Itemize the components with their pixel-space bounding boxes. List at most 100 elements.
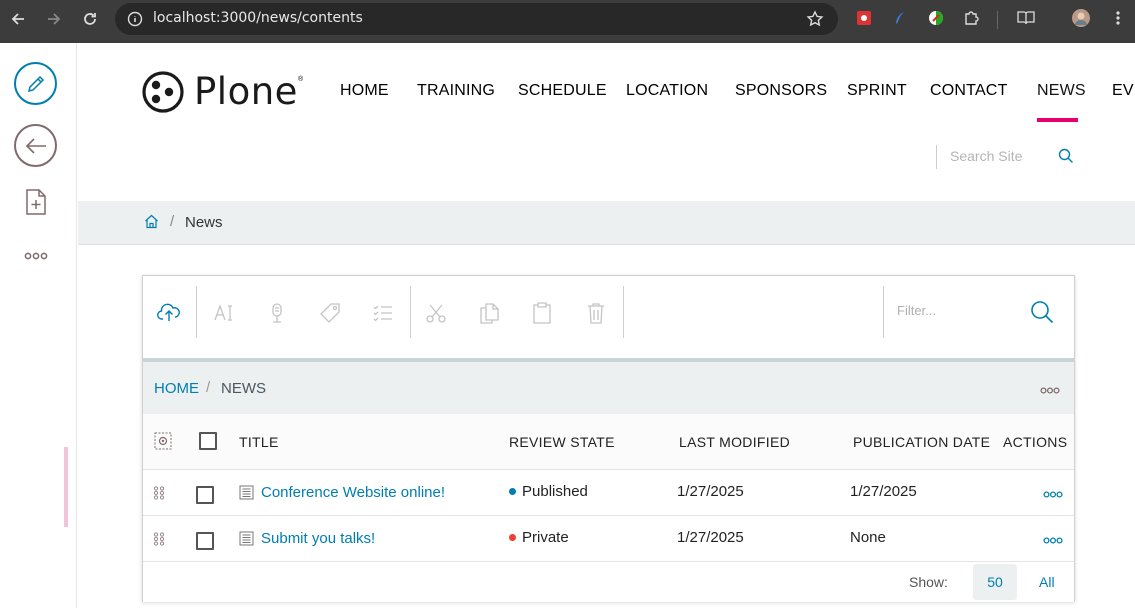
- row-title-link[interactable]: Conference Website online!: [261, 484, 445, 501]
- address-bar[interactable]: localhost:3000/news/contents: [115, 3, 838, 35]
- add-document-icon[interactable]: [25, 189, 47, 220]
- logo-registered-mark: ®: [297, 76, 304, 83]
- nav-events[interactable]: EVE: [1112, 82, 1135, 100]
- nav-home[interactable]: HOME: [340, 82, 389, 100]
- tags-icon[interactable]: [318, 301, 342, 325]
- drag-handle-icon[interactable]: [153, 532, 165, 551]
- extension-color-icon[interactable]: [927, 9, 945, 27]
- logo-text: Plone: [194, 70, 298, 113]
- filter-input[interactable]: Filter...: [897, 303, 936, 318]
- column-review-state[interactable]: REVIEW STATE: [509, 434, 615, 450]
- delete-icon[interactable]: [584, 301, 608, 325]
- page-size-all-button[interactable]: All: [1039, 574, 1055, 590]
- plone-toolbar: [0, 43, 77, 608]
- contents-breadcrumb-current: NEWS: [221, 380, 266, 397]
- document-icon: [239, 531, 254, 551]
- row-last-modified: 1/27/2025: [677, 529, 744, 546]
- table-row[interactable]: Conference Website online! Published 1/2…: [143, 470, 1074, 516]
- row-publication-date: 1/27/2025: [850, 483, 917, 500]
- row-review-state: Published: [509, 483, 588, 500]
- filter-box[interactable]: Filter...: [883, 286, 1074, 338]
- site-info-icon[interactable]: [127, 11, 143, 32]
- browser-menu-icon[interactable]: [1109, 9, 1127, 27]
- toolbar-divider: [997, 11, 998, 29]
- folder-contents-panel: Filter... HOME / NEWS TITLE REVIEW STATE…: [142, 275, 1075, 602]
- nav-sponsors[interactable]: SPONSORS: [735, 82, 827, 100]
- search-icon[interactable]: [1030, 300, 1054, 329]
- extensions-puzzle-icon[interactable]: [963, 9, 981, 27]
- edit-button[interactable]: [14, 62, 57, 105]
- forward-icon[interactable]: [43, 8, 65, 30]
- back-button[interactable]: [14, 124, 57, 167]
- table-header: TITLE REVIEW STATE LAST MODIFIED PUBLICA…: [143, 414, 1074, 470]
- site-search[interactable]: Search Site: [936, 145, 1076, 169]
- column-title[interactable]: TITLE: [239, 434, 279, 450]
- more-menu-icon[interactable]: [24, 247, 48, 265]
- toolbar-resize-handle[interactable]: [64, 447, 68, 527]
- breadcrumb: / News: [78, 201, 1135, 245]
- search-icon[interactable]: [1058, 148, 1074, 169]
- browser-toolbar: localhost:3000/news/contents: [0, 0, 1135, 43]
- row-state-label: Published: [522, 483, 588, 500]
- contents-breadcrumb-separator: /: [206, 379, 211, 396]
- table-row[interactable]: Submit you talks! Private 1/27/2025 None: [143, 516, 1074, 562]
- page-size-50-button[interactable]: 50: [973, 564, 1017, 600]
- column-last-modified[interactable]: LAST MODIFIED: [679, 434, 790, 450]
- row-review-state: Private: [509, 529, 569, 546]
- toolbar-divider: [410, 286, 411, 338]
- nav-contact[interactable]: CONTACT: [930, 82, 1008, 100]
- breadcrumb-current: News: [185, 214, 223, 231]
- extension-red-icon[interactable]: [855, 9, 873, 27]
- reading-list-icon[interactable]: [1016, 9, 1036, 27]
- row-publication-date: None: [850, 529, 886, 546]
- nav-sprint[interactable]: SPRINT: [847, 82, 907, 100]
- nav-location[interactable]: LOCATION: [626, 82, 708, 100]
- show-label: Show:: [909, 574, 948, 590]
- nav-news[interactable]: NEWS: [1037, 82, 1086, 100]
- document-icon: [239, 485, 254, 505]
- column-actions: ACTIONS: [1003, 434, 1068, 450]
- row-actions-icon[interactable]: [1043, 485, 1063, 503]
- row-checkbox[interactable]: [196, 532, 214, 550]
- pagination-footer: Show: 50 All: [143, 562, 1074, 602]
- contents-breadcrumb-home[interactable]: HOME: [154, 380, 199, 397]
- profile-avatar[interactable]: [1072, 9, 1090, 27]
- contents-breadcrumb: HOME / NEWS: [143, 362, 1074, 414]
- state-icon[interactable]: [265, 301, 289, 325]
- row-checkbox[interactable]: [196, 486, 214, 504]
- extension-feather-icon[interactable]: [891, 9, 909, 27]
- url-text: localhost:3000/news/contents: [153, 10, 363, 26]
- row-actions-icon[interactable]: [1043, 531, 1063, 549]
- rename-icon[interactable]: [212, 301, 236, 325]
- nav-schedule[interactable]: SCHEDULE: [518, 82, 607, 100]
- select-all-checkbox[interactable]: [199, 432, 217, 450]
- upload-icon[interactable]: [157, 301, 181, 325]
- nav-training[interactable]: TRAINING: [417, 82, 495, 100]
- state-dot: [509, 534, 516, 541]
- breadcrumb-separator: /: [170, 213, 175, 230]
- column-publication-date[interactable]: PUBLICATION DATE: [853, 434, 990, 450]
- more-options-icon[interactable]: [1040, 381, 1060, 399]
- contents-toolbar: Filter...: [143, 276, 1074, 349]
- copy-icon[interactable]: [477, 301, 501, 325]
- plone-logo-icon: [142, 70, 184, 113]
- configure-columns-icon[interactable]: [154, 432, 172, 455]
- home-icon[interactable]: [144, 214, 159, 234]
- drag-handle-icon[interactable]: [153, 486, 165, 505]
- search-input[interactable]: Search Site: [950, 148, 1022, 164]
- bookmark-star-icon[interactable]: [806, 10, 824, 33]
- site-logo[interactable]: Plone ®: [142, 70, 303, 113]
- row-title-link[interactable]: Submit you talks!: [261, 530, 375, 547]
- reload-icon[interactable]: [79, 8, 101, 30]
- row-state-label: Private: [522, 529, 569, 546]
- pencil-icon: [27, 75, 44, 92]
- active-nav-indicator: [1037, 118, 1078, 122]
- back-icon[interactable]: [7, 8, 29, 30]
- toolbar-divider: [623, 286, 624, 338]
- toolbar-divider: [196, 286, 197, 338]
- properties-list-icon[interactable]: [371, 301, 395, 325]
- arrow-left-icon: [25, 137, 46, 154]
- paste-icon[interactable]: [530, 301, 554, 325]
- state-dot: [509, 488, 516, 495]
- cut-icon[interactable]: [424, 301, 448, 325]
